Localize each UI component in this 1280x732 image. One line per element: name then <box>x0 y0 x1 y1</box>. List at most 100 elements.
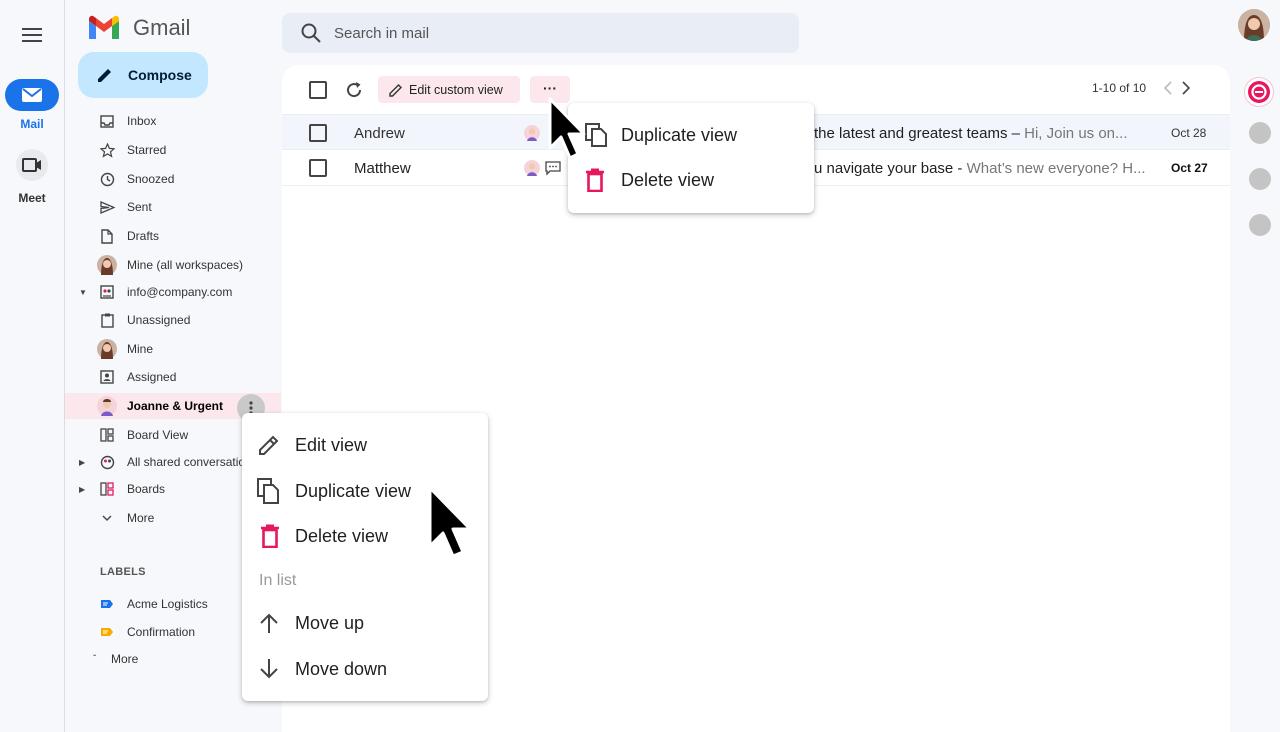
compose-button[interactable]: Compose <box>78 52 208 98</box>
email-date: Oct 27 <box>1171 161 1208 175</box>
pagination-text: 1-10 of 10 <box>1092 81 1147 95</box>
refresh-button[interactable] <box>344 80 364 100</box>
rail-meet-label: Meet <box>18 191 46 205</box>
sidebar-item-label: Sent <box>127 200 152 214</box>
avatar-icon <box>97 396 117 416</box>
sidebar-item-label: Snoozed <box>127 172 175 186</box>
sidebar-item-label: More <box>127 511 155 525</box>
expand-caret-icon[interactable]: ▶ <box>79 485 85 494</box>
menu-item-label: Delete view <box>295 526 389 546</box>
user-photo-icon <box>1238 9 1270 41</box>
side-panel-app-icon[interactable] <box>1249 214 1271 236</box>
menu-item-label: Move down <box>295 659 388 679</box>
duplicate-icon <box>256 478 280 504</box>
trash-icon <box>583 168 607 192</box>
hamburger-icon <box>22 28 42 42</box>
labels-more-label: More <box>111 652 139 666</box>
avatar-icon <box>97 339 117 359</box>
inbox-icon <box>99 113 115 129</box>
sidebar-item-drafts[interactable]: Drafts <box>65 223 281 249</box>
email-sender: Matthew <box>354 160 411 177</box>
select-all-checkbox[interactable] <box>309 81 327 99</box>
side-panel-app-icon[interactable] <box>1249 168 1271 190</box>
side-panel-app-icon[interactable] <box>1249 122 1271 144</box>
next-page-button[interactable] <box>1181 81 1191 95</box>
sidebar-item-label: Assigned <box>127 370 177 384</box>
sidebar-item-snoozed[interactable]: Snoozed <box>65 166 281 192</box>
expand-caret-icon[interactable]: ▶ <box>79 458 85 467</box>
email-checkbox[interactable] <box>309 124 327 142</box>
email-subject-snippet: the latest and greatest teams – Hi, Join… <box>814 125 1128 142</box>
edit-custom-view-button[interactable]: Edit custom view <box>378 76 520 103</box>
email-subject-snippet: u navigate your base - What’s new everyo… <box>814 160 1146 177</box>
sidebar-item-label: Boards <box>127 482 166 496</box>
sidebar-item-sent[interactable]: Sent <box>65 194 281 220</box>
clock-icon <box>99 171 115 187</box>
label-text: Confirmation <box>127 625 196 639</box>
chevron-down-icon <box>99 510 115 526</box>
email-sender: Andrew <box>354 125 405 142</box>
gmail-m-icon <box>89 15 119 39</box>
sidebar-item-label: info@company.com <box>127 285 233 299</box>
sidebar-item-starred[interactable]: Starred <box>65 137 281 163</box>
sidebar-item-inbox[interactable]: Inbox <box>65 108 281 134</box>
more-horiz-icon: ··· <box>543 80 557 96</box>
menu-item-edit-view[interactable]: Edit view <box>242 425 488 465</box>
app-rail: Mail Meet <box>0 0 65 732</box>
search-icon[interactable] <box>300 22 322 44</box>
pencil-icon <box>98 69 111 82</box>
menu-item-delete-view[interactable]: Delete view <box>568 160 814 200</box>
sidebar-item-label: Mine <box>127 342 154 356</box>
rail-mail-label: Mail <box>20 117 44 131</box>
compose-label: Compose <box>128 67 192 83</box>
mail-icon <box>22 88 42 102</box>
video-camera-icon <box>22 158 41 172</box>
labels-heading: LABELS <box>100 566 146 578</box>
rail-meet[interactable]: Meet <box>0 149 64 205</box>
account-avatar[interactable] <box>1238 9 1270 41</box>
star-icon <box>99 142 115 158</box>
menu-item-label: Duplicate view <box>295 481 412 501</box>
sidebar-item-mine[interactable]: Mine <box>65 336 281 362</box>
prev-page-button[interactable] <box>1163 81 1173 95</box>
sidebar-item-assigned[interactable]: Assigned <box>65 364 281 390</box>
board-icon <box>99 427 115 443</box>
refresh-icon <box>347 82 362 98</box>
trash-icon <box>258 524 282 548</box>
sidebar-item-mine-all-workspaces[interactable]: Mine (all workspaces) <box>65 252 281 278</box>
email-snippet: Hi, Join us on... <box>1019 125 1128 142</box>
boards-icon <box>99 481 115 497</box>
view-options-menu: Duplicate view Delete view <box>568 103 814 213</box>
sidebar-item-info-company[interactable]: ▼ info@company.com <box>65 279 281 305</box>
label-text: Acme Logistics <box>127 597 208 611</box>
sidebar-item-label: Joanne & Urgent <box>127 399 224 413</box>
menu-item-label: Duplicate view <box>621 125 738 145</box>
app-name: Gmail <box>133 15 191 40</box>
sidebar-item-unassigned[interactable]: Unassigned <box>65 307 281 333</box>
expand-caret-icon[interactable]: ▼ <box>79 288 87 297</box>
avatar-icon <box>97 255 117 275</box>
chevron-left-icon <box>1163 81 1172 95</box>
clipboard-icon <box>99 312 115 328</box>
mail-pill <box>5 79 59 111</box>
menu-section-heading: In list <box>259 572 297 589</box>
shared-icon <box>99 454 115 470</box>
meet-pill <box>16 149 48 181</box>
menu-item-duplicate-view[interactable]: Duplicate view <box>568 115 814 155</box>
search-input[interactable]: Search in mail <box>334 25 429 42</box>
menu-item-move-up[interactable]: Move up <box>242 603 488 643</box>
label-tag-icon <box>99 624 115 640</box>
gmail-logo[interactable]: Gmail <box>87 14 207 42</box>
shared-inbox-icon <box>99 284 115 300</box>
sidebar-item-label: Mine (all workspaces) <box>127 258 244 272</box>
rail-mail[interactable]: Mail <box>0 79 64 131</box>
email-checkbox[interactable] <box>309 159 327 177</box>
email-subject: u navigate your base - <box>814 160 963 177</box>
addon-logo-button[interactable] <box>1245 78 1273 106</box>
main-menu-button[interactable] <box>20 26 44 44</box>
menu-item-label: Move up <box>295 613 365 633</box>
menu-item-move-down[interactable]: Move down <box>242 649 488 689</box>
pencil-icon <box>389 83 402 97</box>
assigned-icon <box>99 369 115 385</box>
search-bar[interactable]: Search in mail <box>282 13 799 53</box>
